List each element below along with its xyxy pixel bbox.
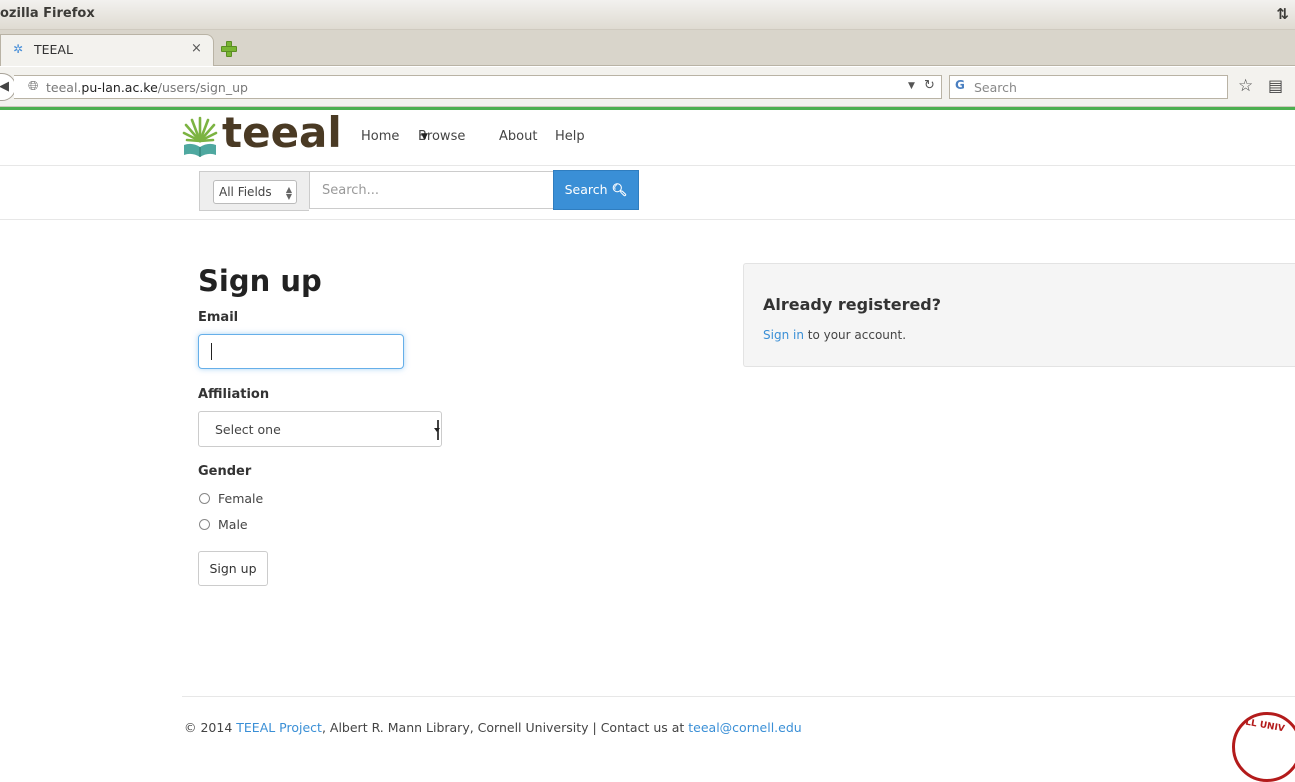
spinner-arrows-icon: ▲ ▼ bbox=[285, 185, 292, 201]
url-dropdown-icon[interactable]: ▼ bbox=[908, 81, 915, 91]
radio-female[interactable] bbox=[199, 493, 210, 504]
close-tab-icon[interactable]: × bbox=[191, 41, 202, 56]
browser-navbar: ◀ 🌐︎ teeal.pu-lan.ac.ke/users/sign_up ▼ … bbox=[0, 67, 1295, 107]
page-title: Sign up bbox=[198, 264, 322, 298]
page-load-bar bbox=[0, 107, 1295, 110]
radio-male-label: Male bbox=[218, 517, 248, 532]
search-engine-icon[interactable]: G bbox=[955, 78, 965, 92]
site-search-button[interactable]: Search 🔍︎ bbox=[553, 170, 639, 210]
footer-divider bbox=[182, 696, 1295, 697]
back-arrow-icon: ◀ bbox=[0, 79, 9, 94]
radio-male[interactable] bbox=[199, 519, 210, 530]
nav-home[interactable]: Home bbox=[361, 129, 399, 144]
favicon-icon: ✲ bbox=[13, 42, 24, 56]
select-arrow-icon bbox=[434, 420, 440, 440]
logo-text: teeal bbox=[222, 108, 342, 157]
chevron-down-icon: ▼ bbox=[421, 132, 428, 142]
globe-icon: 🌐︎ bbox=[28, 79, 39, 94]
reload-icon[interactable]: ↻ bbox=[924, 78, 935, 93]
nav-browse[interactable]: Browse ▼ bbox=[418, 129, 465, 144]
window-titlebar: ozilla Firefox ⇅ bbox=[0, 0, 1295, 30]
tab-title: TEEAL bbox=[34, 42, 73, 57]
sign-in-link[interactable]: Sign in bbox=[763, 328, 804, 342]
gender-label: Gender bbox=[198, 464, 252, 479]
affiliation-label: Affiliation bbox=[198, 387, 270, 402]
new-tab-plus-icon[interactable] bbox=[219, 39, 239, 59]
url-bar[interactable]: 🌐︎ teeal.pu-lan.ac.ke/users/sign_up ▼ ↻ bbox=[14, 75, 942, 99]
cornell-seal-logo: LL UNIV bbox=[1232, 712, 1295, 782]
already-registered-panel: Already registered? Sign in to your acco… bbox=[743, 263, 1295, 367]
radio-female-label: Female bbox=[218, 491, 264, 506]
bookmark-star-icon[interactable]: ☆ bbox=[1238, 76, 1253, 96]
site-search-input[interactable] bbox=[309, 171, 554, 209]
field-select-value: All Fields bbox=[219, 185, 272, 199]
sort-arrows-icon[interactable]: ⇅ bbox=[1276, 5, 1289, 23]
teeal-project-link[interactable]: TEEAL Project bbox=[236, 720, 322, 735]
browser-tab-teeal[interactable]: ✲ TEEAL × bbox=[0, 34, 214, 66]
window-title: ozilla Firefox bbox=[0, 6, 95, 21]
nav-help[interactable]: Help bbox=[555, 129, 585, 144]
email-label: Email bbox=[198, 310, 239, 325]
search-field-select: All Fields ▲ ▼ bbox=[199, 171, 309, 211]
teeal-leaf-icon bbox=[182, 116, 218, 157]
panel-text: Sign in to your account. bbox=[763, 328, 907, 342]
search-divider bbox=[0, 219, 1295, 220]
affiliation-selected-value: Select one bbox=[215, 422, 281, 437]
browser-search-placeholder: Search bbox=[974, 80, 1017, 95]
header-divider bbox=[0, 165, 1295, 166]
url-text: teeal.pu-lan.ac.ke/users/sign_up bbox=[46, 80, 248, 95]
browser-search-bar[interactable]: G Search bbox=[949, 75, 1228, 99]
contact-email-link[interactable]: teeal@cornell.edu bbox=[688, 720, 801, 735]
nav-about[interactable]: About bbox=[499, 129, 537, 144]
sign-up-button[interactable]: Sign up bbox=[198, 551, 268, 586]
bookmarks-list-icon[interactable]: ▤ bbox=[1268, 76, 1283, 95]
field-select-dropdown[interactable]: All Fields ▲ ▼ bbox=[213, 180, 297, 204]
email-field[interactable] bbox=[198, 334, 404, 369]
affiliation-select[interactable]: Select one bbox=[198, 411, 442, 447]
text-caret bbox=[211, 343, 212, 360]
footer-text: © 2014 TEEAL Project, Albert R. Mann Lib… bbox=[184, 720, 802, 735]
tab-strip: ✲ TEEAL × bbox=[0, 30, 1295, 66]
panel-title: Already registered? bbox=[763, 295, 942, 314]
magnifier-icon: 🔍︎ bbox=[611, 182, 628, 197]
